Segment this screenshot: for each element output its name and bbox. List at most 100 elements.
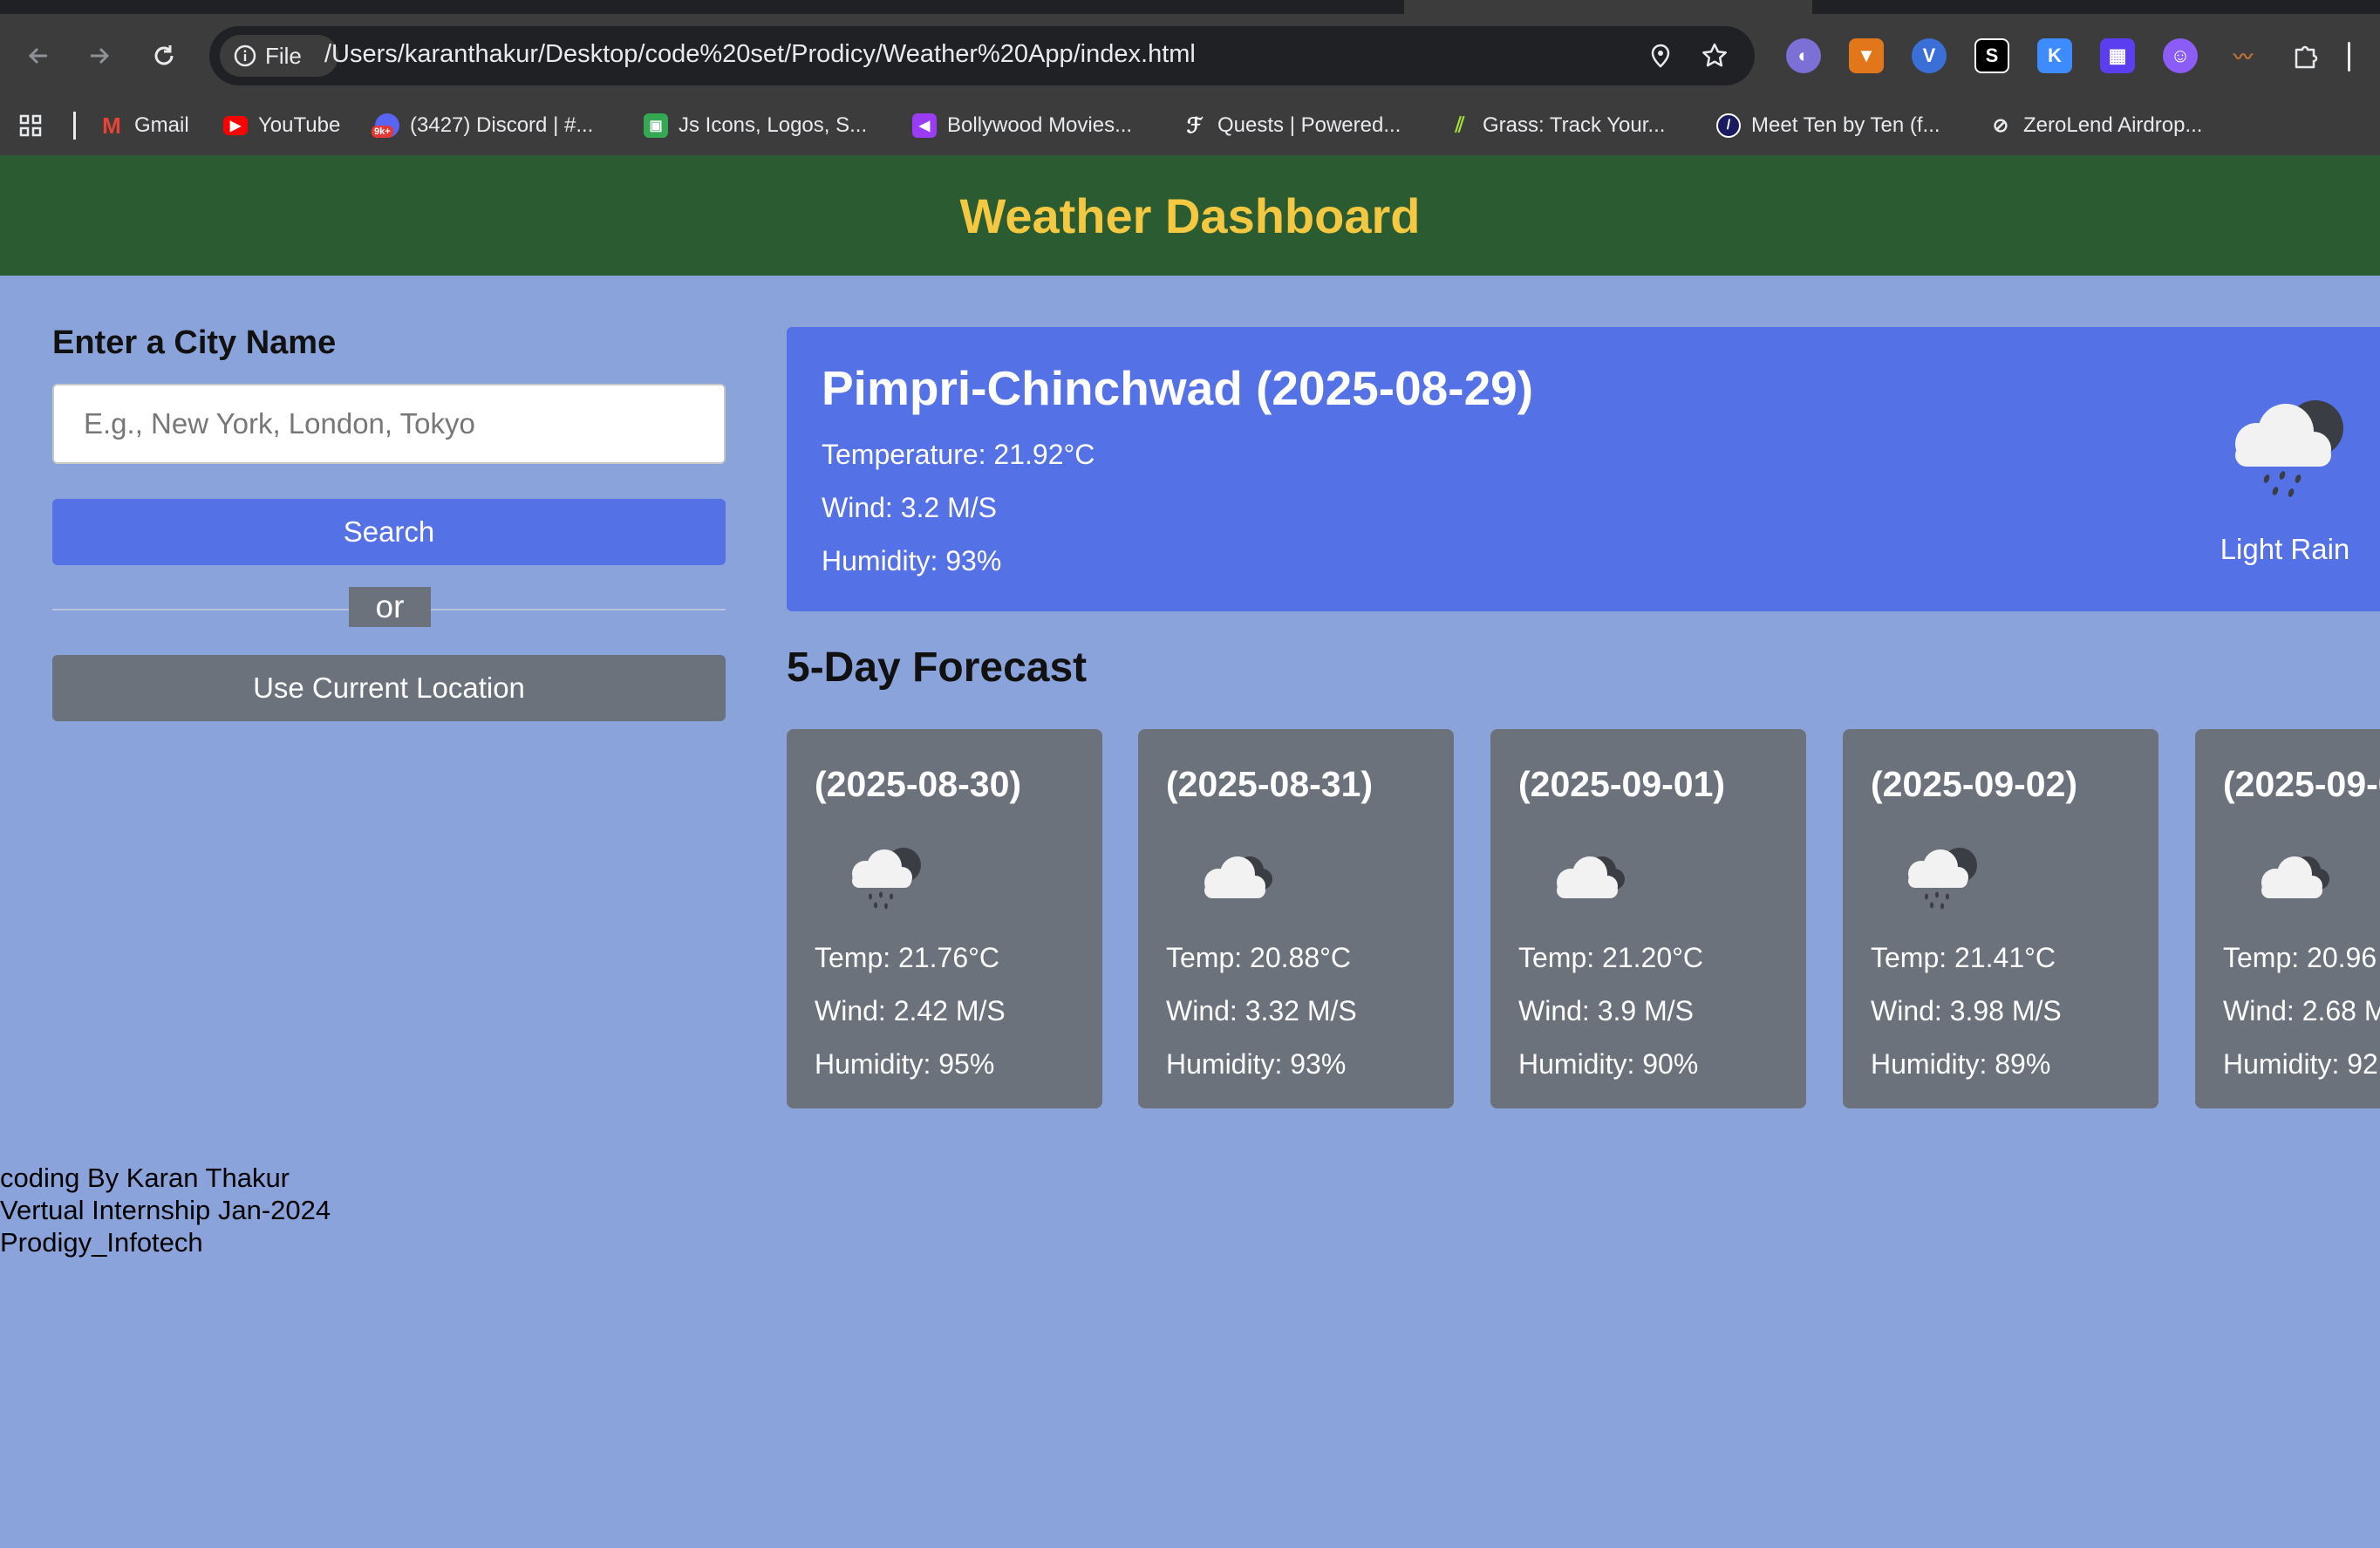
url-text[interactable]: /Users/karanthakur/Desktop/code%20set/Pr… — [324, 40, 1196, 69]
cloud-icon — [1204, 856, 1272, 898]
metamask-extension-icon[interactable]: ▼ — [1849, 38, 1884, 73]
forecast-card: (2025-09-02) Temp: 21.41°C Wind: 3.98 M/… — [1843, 729, 2158, 1108]
bookmark-label: Quests | Powered... — [1217, 113, 1401, 137]
reload-icon — [154, 45, 174, 65]
browser-chrome: File /Users/karanthakur/Desktop/code%20s… — [0, 0, 2380, 155]
notification-badge: 9k+ — [372, 126, 393, 138]
bot-extension-icon[interactable]: ☺ — [2163, 38, 2198, 73]
bookmark-js-icons[interactable]: ▣ Js Icons, Logos, S... — [644, 110, 867, 141]
bookmark-star-button[interactable] — [1699, 40, 1730, 72]
forecast-date: (2025-09-02) — [1871, 764, 2078, 804]
forecast-card: (2025-09-0 Temp: 20.96 Wind: 2.68 M Humi… — [2195, 729, 2380, 1108]
quests-icon: ℱ — [1186, 113, 1204, 138]
forecast-humidity: Humidity: 90% — [1518, 1048, 1699, 1080]
frame-extension-icon[interactable]: ▦ — [2100, 38, 2135, 73]
rain-cloud-icon — [2235, 400, 2343, 497]
forward-button[interactable] — [75, 31, 124, 80]
forecast-wind: Wind: 2.68 M — [2223, 995, 2380, 1026]
forecast-temp: Temp: 21.41°C — [1871, 942, 2056, 973]
ghost-extension-icon[interactable]: ◐ — [1786, 38, 1821, 73]
reload-button[interactable] — [140, 31, 188, 80]
gmail-icon: M — [102, 112, 121, 139]
current-temperature: Temperature: 21.92°C — [822, 439, 1095, 470]
bookmark-youtube[interactable]: ▶ YouTube — [223, 110, 340, 141]
puzzle-icon — [2295, 45, 2318, 69]
apps-button[interactable] — [17, 110, 44, 141]
bookmark-discord[interactable]: 9k+ (3427) Discord | #... — [372, 110, 594, 141]
bookmark-label: Meet Ten by Ten (f... — [1751, 113, 1940, 137]
or-separator-label: or — [349, 587, 431, 627]
use-current-location-button[interactable]: Use Current Location — [52, 655, 726, 721]
discord-icon: 9k+ — [372, 113, 399, 138]
site-header: Weather Dashboard — [0, 155, 2380, 276]
bookmark-label: Gmail — [134, 113, 189, 137]
bookmark-bollywood[interactable]: ◀ Bollywood Movies... — [912, 110, 1132, 141]
bookmark-quests[interactable]: ℱ Quests | Powered... — [1183, 110, 1401, 141]
bookmark-label: Js Icons, Logos, S... — [679, 113, 868, 137]
bookmarks-separator — [73, 112, 76, 140]
back-button[interactable] — [14, 31, 63, 80]
current-weather-description: Light Rain — [2220, 533, 2350, 565]
arrow-left-icon — [28, 47, 47, 65]
file-chip-label: File — [265, 42, 302, 69]
wave-extension-icon[interactable]: 〰 — [2226, 38, 2261, 73]
forecast-card: (2025-08-31) Temp: 20.88°C Wind: 3.32 M/… — [1138, 729, 1454, 1108]
extensions-puzzle-button[interactable] — [2288, 38, 2323, 73]
forecast-temp: Temp: 20.96 — [2223, 942, 2377, 973]
forecast-card: (2025-09-01) Temp: 21.20°C Wind: 3.9 M/S… — [1490, 729, 1806, 1108]
bollywood-icon: ◀ — [912, 113, 937, 138]
rain-cloud-icon — [1908, 848, 1977, 910]
location-permission-button[interactable] — [1645, 40, 1676, 72]
bookmark-label: Grass: Track Your... — [1483, 113, 1666, 137]
page-title: Weather Dashboard — [959, 188, 1421, 243]
forecast-humidity: Humidity: 93% — [1166, 1048, 1347, 1080]
forecast-wind: Wind: 3.98 M/S — [1871, 995, 2062, 1026]
s-extension-icon[interactable]: S — [1974, 38, 2009, 73]
bookmark-grass[interactable]: ⫽ Grass: Track Your... — [1448, 110, 1666, 141]
forecast-temp: Temp: 20.88°C — [1166, 942, 1352, 973]
footer-credits: coding By Karan Thakur Vertual Internshi… — [0, 1162, 331, 1258]
forecast-heading: 5-Day Forecast — [787, 644, 1088, 691]
map-pin-icon — [1651, 44, 1670, 68]
info-icon — [234, 44, 256, 67]
forecast-humidity: Humidity: 95% — [815, 1048, 995, 1080]
arrow-right-icon — [91, 47, 110, 65]
forecast-humidity: Humidity: 89% — [1871, 1048, 2051, 1080]
site-info-chip[interactable]: File — [220, 35, 338, 77]
forecast-wind: Wind: 2.42 M/S — [815, 995, 1006, 1026]
current-weather-card: Pimpri-Chinchwad (2025-08-29) Temperatur… — [787, 327, 2380, 611]
forecast-card: (2025-08-30) Temp: 21.76°C Wind: 2.42 M/… — [787, 729, 1102, 1108]
star-icon — [1702, 43, 1727, 67]
youtube-icon: ▶ — [223, 116, 248, 135]
bookmark-zerolend[interactable]: ⊘ ZeroLend Airdrop... — [1988, 110, 2203, 141]
address-bar[interactable]: File /Users/karanthakur/Desktop/code%20s… — [209, 26, 1755, 85]
city-search-input[interactable] — [52, 384, 726, 464]
grass-icon: ⫽ — [1455, 113, 1465, 137]
bookmark-label: YouTube — [258, 113, 341, 137]
url-value: /Users/karanthakur/Desktop/code%20set/Pr… — [324, 40, 1196, 68]
bookmark-label: ZeroLend Airdrop... — [2023, 113, 2203, 137]
forecast-temp: Temp: 21.76°C — [815, 942, 1000, 973]
zerolend-icon: ⊘ — [1992, 114, 2009, 136]
cloud-icon — [1557, 856, 1625, 898]
forecast-date: (2025-09-01) — [1518, 764, 1726, 804]
v-extension-icon[interactable]: V — [1912, 38, 1947, 73]
apps-grid-icon — [19, 114, 42, 137]
footer-company: Prodigy_Infotech — [0, 1227, 203, 1258]
footer-author: coding By Karan Thakur — [0, 1163, 290, 1193]
cloud-icon — [2261, 856, 2329, 898]
forecast-date: (2025-08-31) — [1166, 764, 1374, 804]
footer-internship: Vertual Internship Jan-2024 — [0, 1195, 331, 1225]
bookmark-ten-by-ten[interactable]: / Meet Ten by Ten (f... — [1716, 110, 1940, 141]
search-button[interactable]: Search — [52, 499, 726, 565]
browser-toolbar: File /Users/karanthakur/Desktop/code%20s… — [0, 14, 2380, 98]
bookmark-gmail[interactable]: M Gmail — [99, 110, 189, 141]
forecast-date: (2025-09-0 — [2223, 764, 2380, 804]
bookmark-label: (3427) Discord | #... — [410, 113, 594, 137]
current-location-date: Pimpri-Chinchwad (2025-08-29) — [822, 361, 1534, 415]
current-wind: Wind: 3.2 M/S — [822, 492, 997, 523]
city-input-label: Enter a City Name — [52, 324, 337, 361]
k-extension-icon[interactable]: K — [2037, 38, 2072, 73]
forecast-date: (2025-08-30) — [815, 764, 1022, 804]
forecast-humidity: Humidity: 92 — [2223, 1048, 2378, 1080]
